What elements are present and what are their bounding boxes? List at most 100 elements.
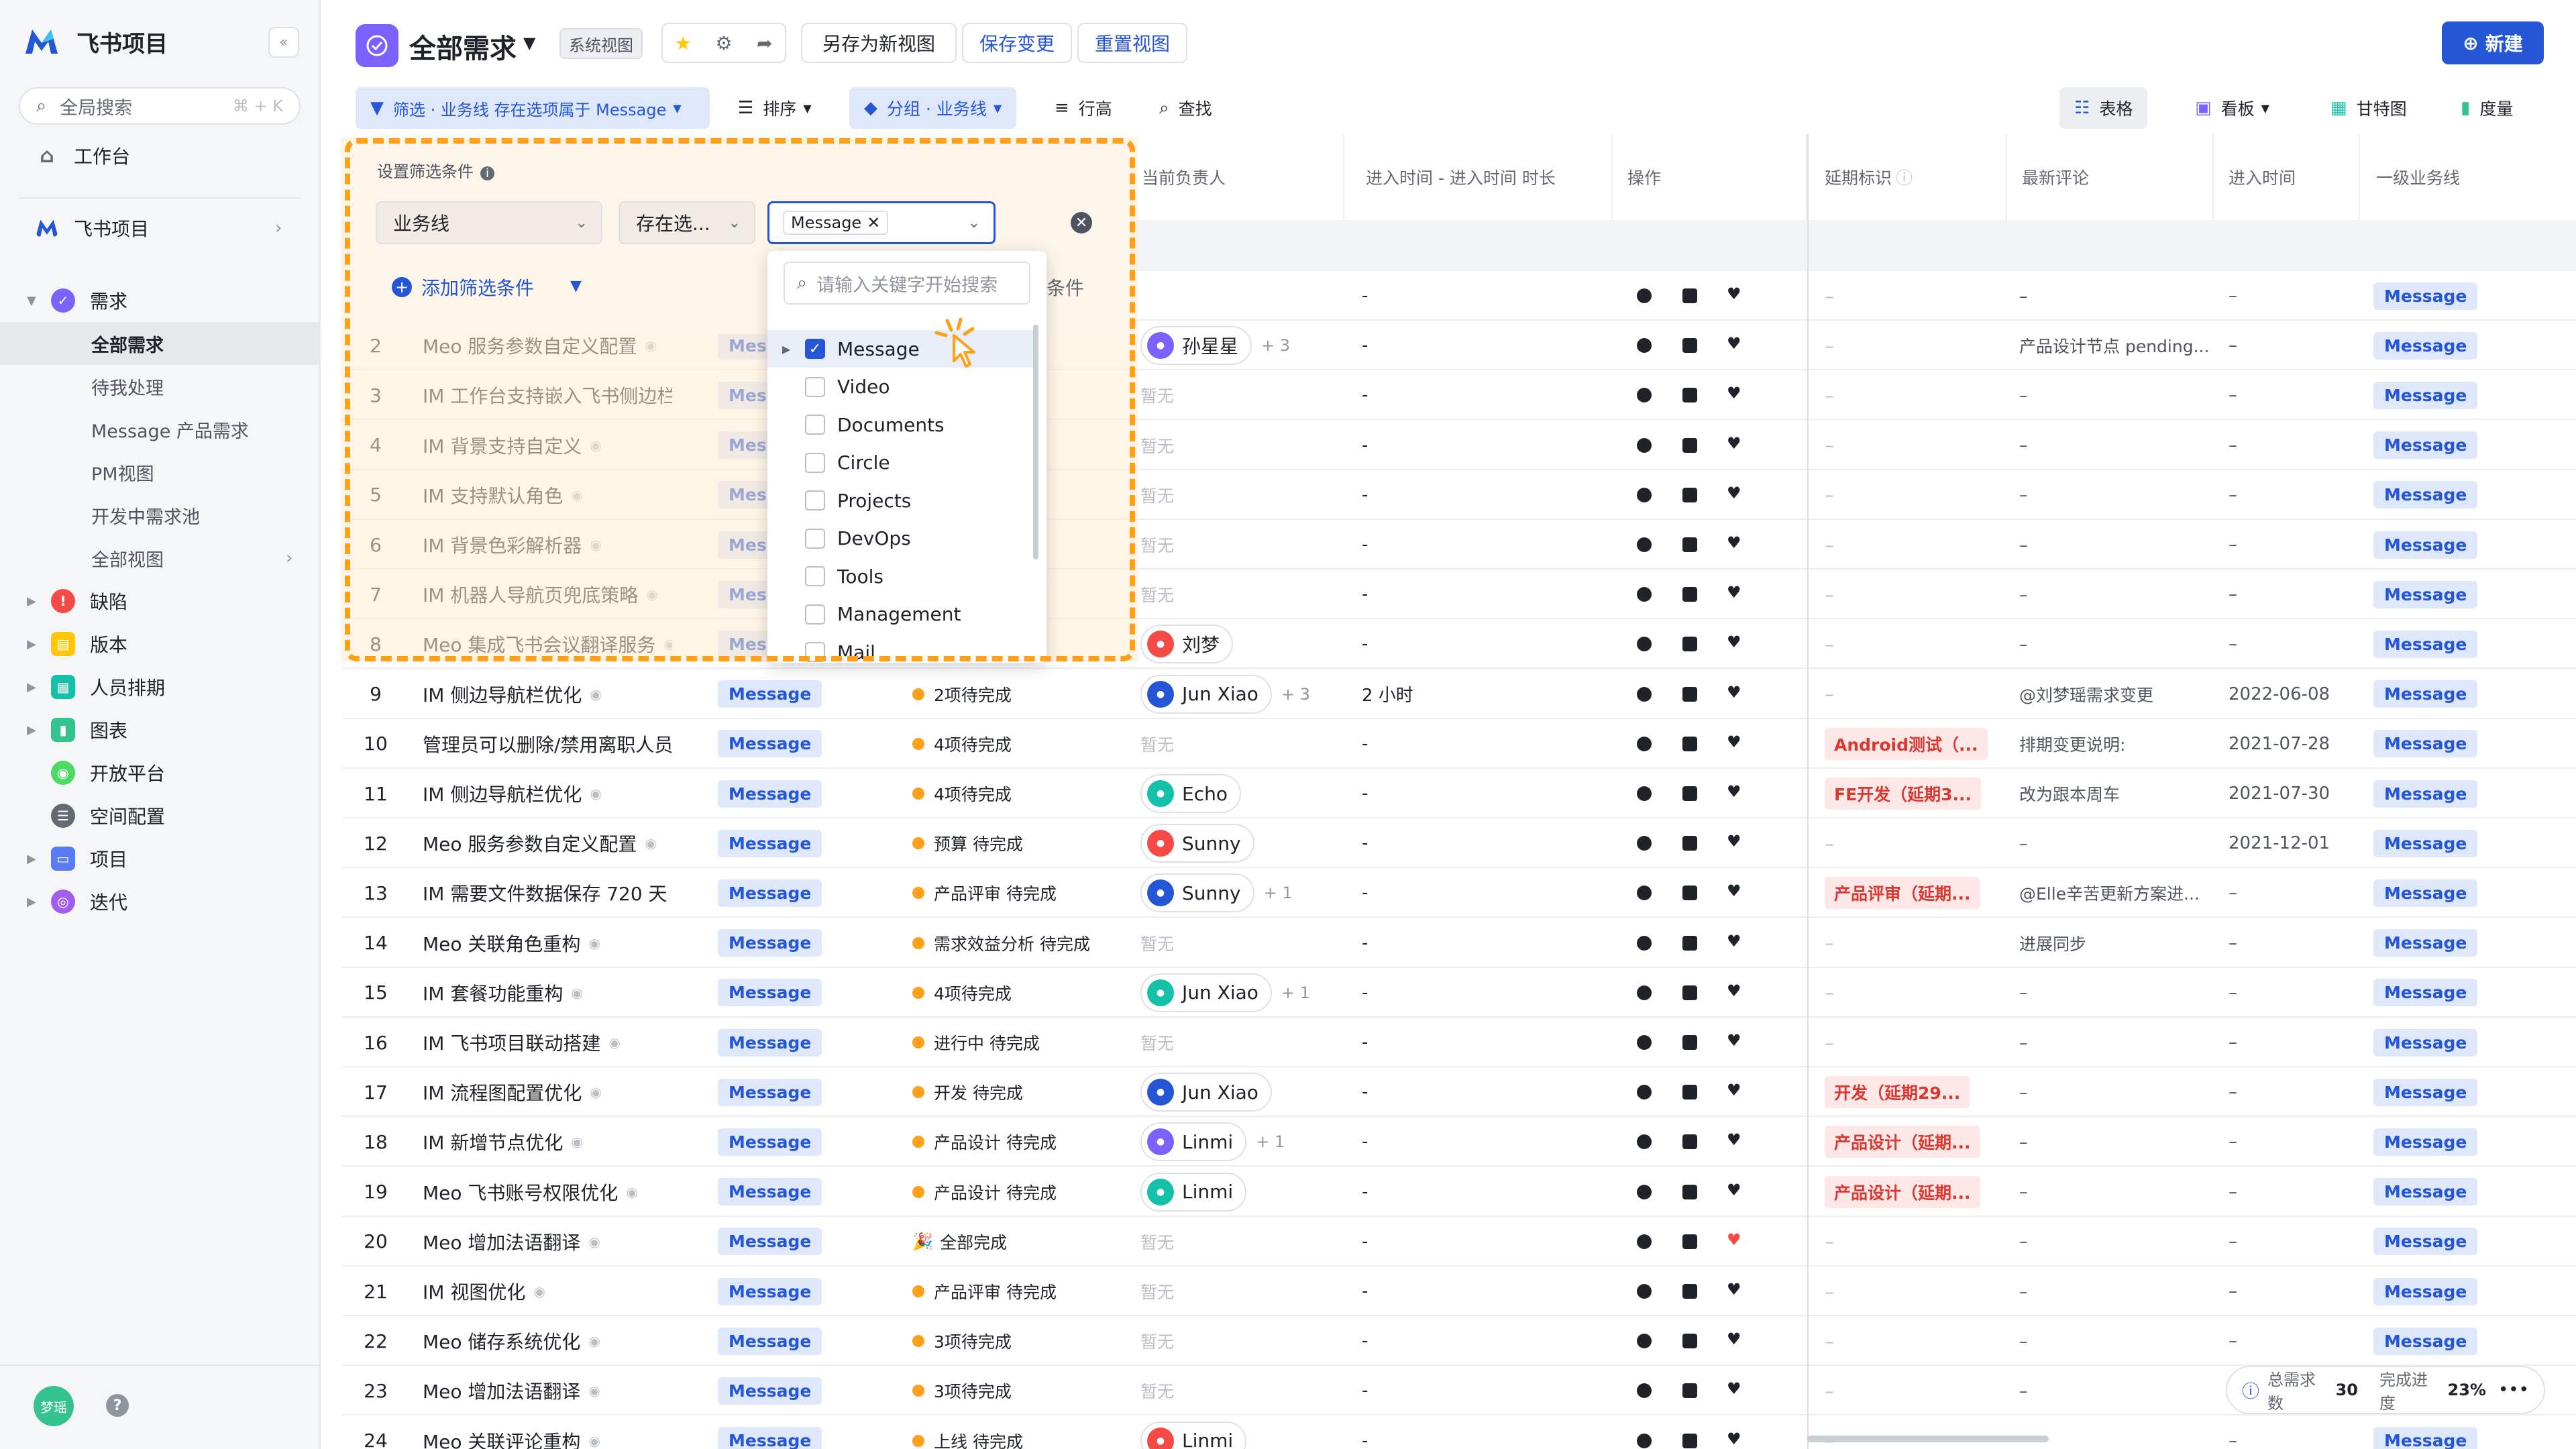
sidebar-item-project-space[interactable]: 飞书项目 › xyxy=(0,207,321,250)
column-header-comment[interactable]: 最新评论 xyxy=(2007,134,2214,220)
status-cell[interactable]: 产品评审 待完成 xyxy=(912,868,1057,918)
heart-icon[interactable]: ♥ xyxy=(1727,384,1741,402)
owner-cell[interactable]: ● Sunny xyxy=(1140,818,1254,868)
owner-chip[interactable]: ● Linmi xyxy=(1140,1122,1247,1162)
requirement-title[interactable]: IM 需要文件数据保存 720 天◉ xyxy=(423,868,672,918)
latest-comment-cell[interactable]: – xyxy=(2019,1018,2214,1067)
owner-cell[interactable]: ● Jun Xiao + 1 xyxy=(1140,968,1310,1018)
primary-business-line-cell[interactable]: Message xyxy=(2373,271,2478,321)
business-line-cell[interactable]: Message xyxy=(718,1267,822,1316)
sidebar-item-open-platform[interactable]: ◉ 开放平台 xyxy=(0,751,321,794)
latest-comment-cell[interactable]: – xyxy=(2019,619,2214,669)
owner-cell[interactable]: 暂无 xyxy=(1140,1217,1174,1267)
group-button[interactable]: ◆ 分组 · 业务线 ▼ xyxy=(849,87,1017,129)
star-icon[interactable]: ★ xyxy=(663,24,704,62)
collapse-sidebar-button[interactable]: « xyxy=(268,27,299,58)
comment-icon[interactable] xyxy=(1637,587,1652,602)
latest-comment-cell[interactable]: @Elle辛苦更新方案进... xyxy=(2019,868,2214,918)
comment-icon[interactable]: ◉ xyxy=(588,935,600,951)
users-icon[interactable] xyxy=(1682,1184,1697,1199)
owner-cell[interactable]: ● Linmi xyxy=(1140,1416,1247,1449)
business-line-cell[interactable]: Message xyxy=(718,1167,822,1217)
latest-comment-cell[interactable]: 改为跟本周车 xyxy=(2019,769,2214,818)
owner-chip[interactable]: ● Jun Xiao xyxy=(1140,973,1272,1012)
requirement-title[interactable]: IM 流程图配置优化 ◉ xyxy=(423,1067,672,1117)
heart-icon[interactable]: ♥ xyxy=(1727,881,1741,900)
status-cell[interactable]: 3项待完成 xyxy=(912,1316,1012,1366)
status-cell[interactable]: 预算 待完成 xyxy=(912,818,1023,868)
comment-icon[interactable] xyxy=(1637,637,1652,652)
status-cell[interactable]: 进行中 待完成 xyxy=(912,1018,1040,1067)
table-row[interactable]: 12 Meo 服务参数自定义配置 ◉ Message 预算 待完成 ● Sunny - ♥ – –2… xyxy=(342,818,2576,869)
primary-business-line-cell[interactable]: Message xyxy=(2373,1217,2478,1267)
business-line-cell[interactable]: Message xyxy=(718,818,822,868)
owner-chip[interactable]: ● Jun Xiao xyxy=(1140,674,1272,714)
business-line-cell[interactable]: Message xyxy=(718,1018,822,1067)
latest-comment-cell[interactable]: 进展同步 xyxy=(2019,918,2214,968)
more-icon[interactable]: ••• xyxy=(2498,1380,2529,1400)
share-icon[interactable]: ➦ xyxy=(744,24,785,62)
sidebar-item-all-requirements[interactable]: 全部需求 xyxy=(0,322,321,365)
heart-icon[interactable]: ♥ xyxy=(1727,484,1741,502)
comment-icon[interactable] xyxy=(1637,836,1652,851)
primary-business-line-cell[interactable]: Message xyxy=(2373,1067,2478,1117)
business-line-cell[interactable]: Message xyxy=(718,669,822,719)
users-icon[interactable] xyxy=(1682,935,1697,951)
users-icon[interactable] xyxy=(1682,288,1697,303)
requirement-title[interactable]: IM 侧边导航栏优化 ◉ xyxy=(423,769,672,818)
users-icon[interactable] xyxy=(1682,1134,1697,1150)
latest-comment-cell[interactable]: – xyxy=(2019,520,2214,570)
owner-cell[interactable]: 暂无 xyxy=(1140,1316,1174,1366)
business-line-cell[interactable]: Message xyxy=(718,769,822,818)
sort-button[interactable]: ☰ 排序 ▼ xyxy=(723,87,826,129)
sidebar-section-iterations[interactable]: ▶ ◎ 迭代 xyxy=(0,880,321,923)
view-measure-button[interactable]: ▮ 度量 xyxy=(2446,87,2528,129)
comment-icon[interactable] xyxy=(1637,1234,1652,1249)
comment-icon[interactable] xyxy=(1637,786,1652,801)
users-icon[interactable] xyxy=(1682,388,1697,403)
users-icon[interactable] xyxy=(1682,1334,1697,1349)
primary-business-line-cell[interactable]: Message xyxy=(2373,818,2478,868)
sidebar-item-dev-pool[interactable]: 开发中需求池 xyxy=(0,494,321,537)
table-row[interactable]: 13 IM 需要文件数据保存 720 天◉ Message 产品评审 待完成 ● Sunn… xyxy=(342,868,2576,918)
table-row[interactable]: 14 Meo 关联角色重构 ◉ Message 需求效益分析 待完成 暂无 - ♥ – 进展同步 –… xyxy=(342,918,2576,968)
primary-business-line-cell[interactable]: Message xyxy=(2373,1018,2478,1067)
primary-business-line-cell[interactable]: Message xyxy=(2373,968,2478,1018)
business-line-cell[interactable]: Message xyxy=(718,1217,822,1267)
view-board-button[interactable]: ▣ 看板 ▼ xyxy=(2180,87,2284,129)
heart-icon[interactable]: ♥ xyxy=(1727,782,1741,801)
column-header-business-line[interactable]: 一级业务线 xyxy=(2360,134,2576,220)
requirement-title[interactable]: IM 套餐功能重构 ◉ xyxy=(423,968,672,1018)
comment-icon[interactable] xyxy=(1637,686,1652,702)
business-line-cell[interactable]: Message xyxy=(718,1067,822,1117)
owner-cell[interactable]: 暂无 xyxy=(1140,520,1174,570)
primary-business-line-cell[interactable]: Message xyxy=(2373,470,2478,520)
sidebar-item-workbench[interactable]: ⌂ 工作台 xyxy=(0,134,321,177)
owner-cell[interactable]: ● Jun Xiao xyxy=(1140,1067,1272,1117)
users-icon[interactable] xyxy=(1682,1383,1697,1399)
users-icon[interactable] xyxy=(1682,1035,1697,1050)
status-cell[interactable]: 🎉 全部完成 xyxy=(912,1217,1007,1267)
requirement-title[interactable]: IM 新增节点优化 ◉ xyxy=(423,1117,672,1167)
owner-cell[interactable]: ● Jun Xiao + 3 xyxy=(1140,669,1310,719)
sidebar-item-message-requirements[interactable]: Message 产品需求 xyxy=(0,408,321,451)
horizontal-scrollbar[interactable] xyxy=(1807,1436,2049,1442)
users-icon[interactable] xyxy=(1682,637,1697,652)
owner-cell[interactable]: ● Linmi xyxy=(1140,1167,1247,1217)
primary-business-line-cell[interactable]: Message xyxy=(2373,1316,2478,1366)
owner-chip[interactable]: ● 刘梦 xyxy=(1140,625,1234,664)
users-icon[interactable] xyxy=(1682,537,1697,552)
column-header-delay[interactable]: 延期标识 ⓘ xyxy=(1809,134,2007,220)
users-icon[interactable] xyxy=(1682,1085,1697,1100)
reset-view-button[interactable]: 重置视图 xyxy=(1077,23,1187,63)
heart-icon[interactable]: ♥ xyxy=(1727,334,1741,353)
column-header-enter-time[interactable]: 进入时间 xyxy=(2214,134,2360,220)
primary-business-line-cell[interactable]: Message xyxy=(2373,769,2478,818)
requirement-title[interactable]: 管理员可以删除/禁用离职人员◉ xyxy=(423,719,672,769)
expand-arrow-icon[interactable]: ▶ xyxy=(27,680,36,694)
expand-arrow-icon[interactable]: ▶ xyxy=(27,852,36,866)
owner-chip[interactable]: ● Sunny xyxy=(1140,873,1254,913)
status-cell[interactable]: 4项待完成 xyxy=(912,968,1012,1018)
business-line-cell[interactable]: Message xyxy=(718,1316,822,1366)
status-cell[interactable]: 4项待完成 xyxy=(912,719,1012,769)
